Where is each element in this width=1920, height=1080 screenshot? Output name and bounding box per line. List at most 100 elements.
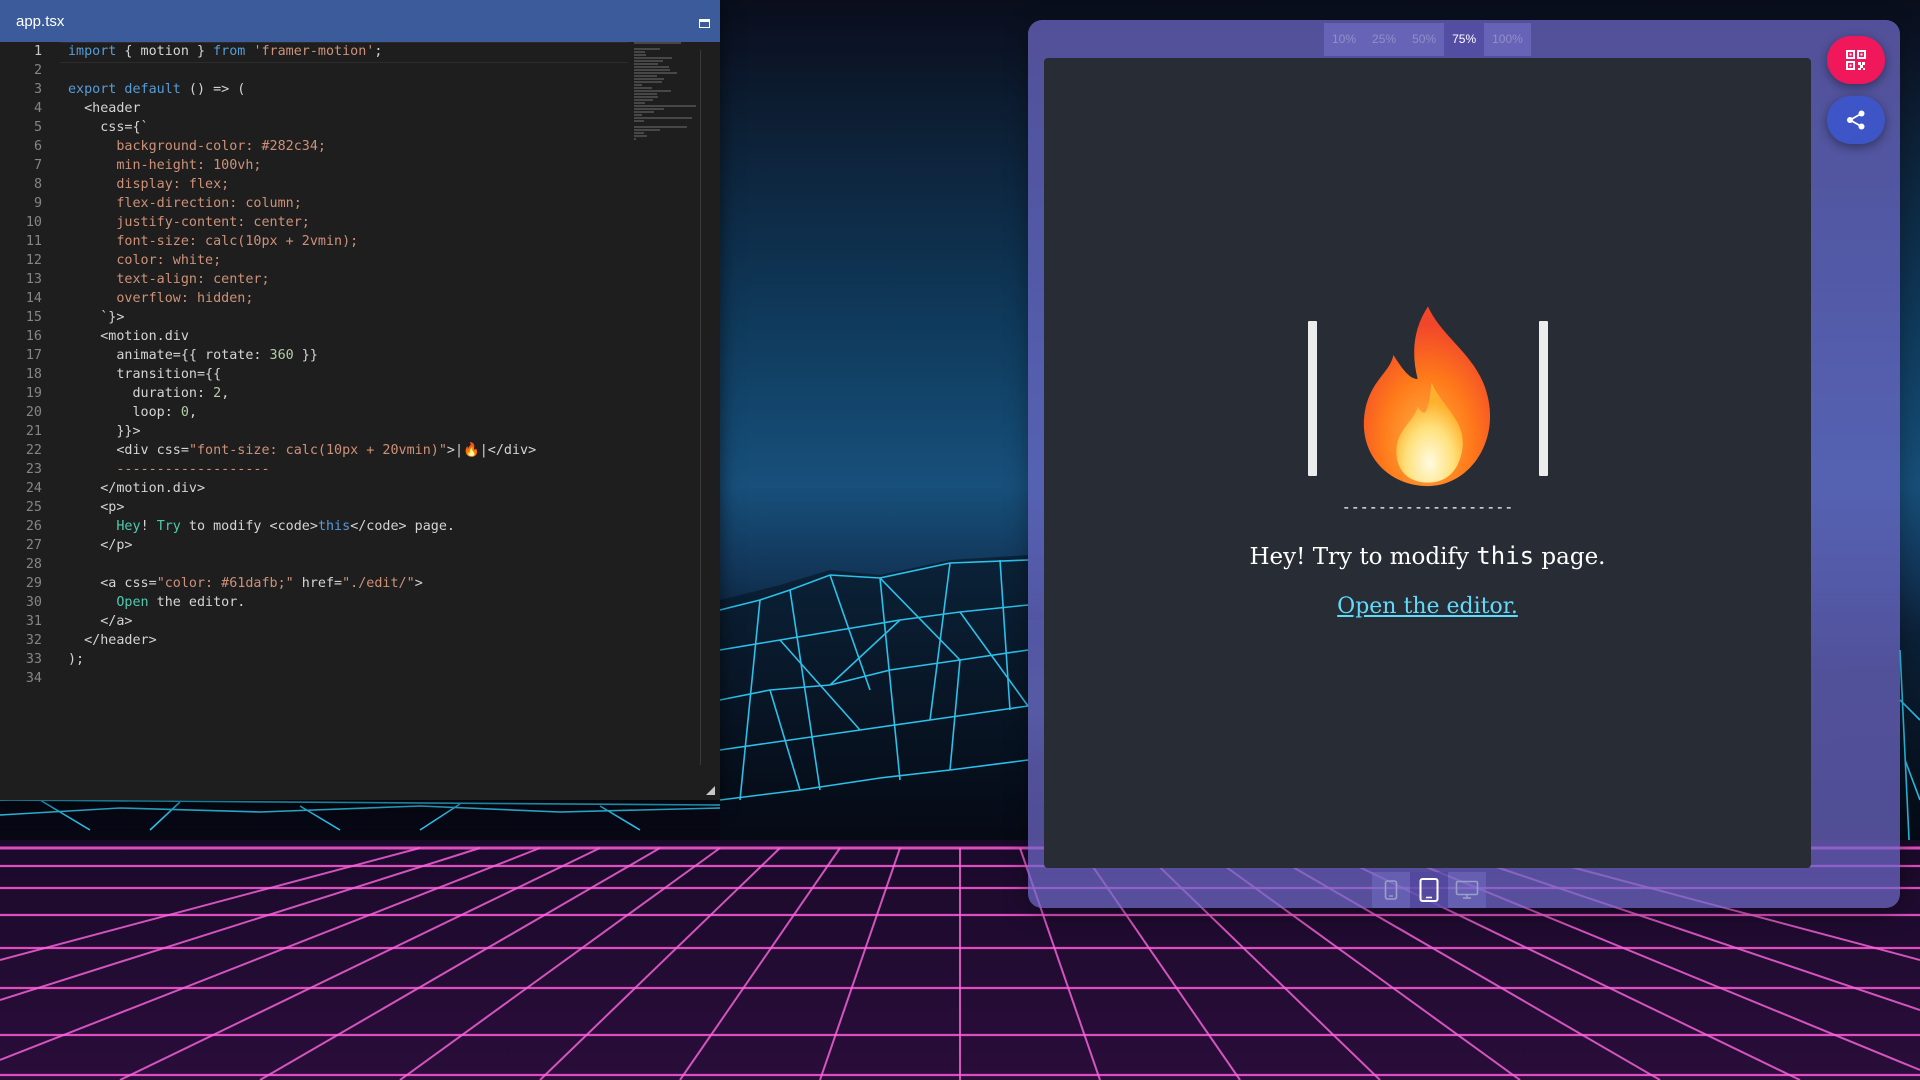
code-line[interactable]: 20 loop: 0, [0, 403, 700, 422]
line-number: 17 [25, 348, 42, 363]
minimap-line [634, 84, 643, 86]
zoom-option[interactable]: 10% [1324, 23, 1364, 56]
code-line[interactable]: 32 </header> [0, 631, 700, 650]
code-line[interactable]: 3 export default () => ( [0, 80, 700, 99]
code-token: , [188, 405, 197, 420]
zoom-option[interactable]: 50% [1404, 23, 1444, 56]
minimap-line [634, 120, 644, 122]
line-number: 1 [33, 44, 42, 59]
minimap-line [634, 57, 673, 59]
code-line[interactable]: 28 [0, 555, 700, 574]
zoom-option[interactable]: 75% [1444, 23, 1485, 56]
code-line[interactable]: 34 [0, 669, 700, 688]
open-editor-link[interactable]: Open the editor. [1337, 594, 1518, 619]
device-tablet-button[interactable] [1410, 872, 1448, 908]
code-token: 2 [213, 386, 222, 401]
line-number: 13 [25, 272, 42, 287]
code-token: <motion.div [68, 329, 189, 344]
code-token: Try [156, 519, 181, 534]
zoom-selector: 10% 25% 50% 75% 100% [1324, 23, 1531, 56]
code-area[interactable]: 1 import { motion } from 'framer-motion';… [0, 42, 700, 800]
code-token: export default [68, 82, 181, 97]
code-line[interactable]: 12 color: white; [0, 251, 700, 270]
editor-filename: app.tsx [16, 12, 65, 30]
code-line[interactable]: 2 [0, 61, 700, 80]
code-token: </motion.div> [68, 481, 206, 496]
code-line[interactable]: 13 text-align: center; [0, 270, 700, 289]
maximize-icon[interactable] [699, 18, 710, 28]
device-phone-button[interactable] [1372, 872, 1410, 908]
code-line[interactable]: 9 flex-direction: column; [0, 194, 700, 213]
code-token: animate={{ rotate: [68, 348, 270, 363]
minimap-line [634, 105, 696, 107]
code-token: >|🔥|</div> [446, 443, 537, 458]
minimap[interactable] [634, 42, 702, 140]
code-line[interactable]: 22 <div css="font-size: calc(10px + 20vm… [0, 441, 700, 460]
code-token: duration: [68, 386, 214, 401]
code-line[interactable]: 7 min-height: 100vh; [0, 156, 700, 175]
line-number: 19 [25, 386, 42, 401]
code-line[interactable]: 11 font-size: calc(10px + 2vmin); [0, 232, 700, 251]
code-token: ; [374, 44, 383, 59]
code-line[interactable]: 14 overflow: hidden; [0, 289, 700, 308]
line-number: 20 [25, 405, 42, 420]
code-token: color: white; [68, 253, 222, 268]
code-line[interactable]: 5 css={` [0, 118, 700, 137]
code-line[interactable]: 4 <header [0, 99, 700, 118]
code-token: loop: [68, 405, 181, 420]
minimap-line [634, 66, 669, 68]
code-line[interactable]: 33); [0, 650, 700, 669]
code-line[interactable]: 15 `}> [0, 308, 700, 327]
code-line[interactable]: 8 display: flex; [0, 175, 700, 194]
minimap-line [634, 72, 678, 74]
code-token: text-align: center; [68, 272, 270, 287]
preview-panel: 10% 25% 50% 75% 100% -------------------… [1028, 20, 1900, 908]
code-token: min-height: 100vh; [68, 158, 262, 173]
intro-code-word: this [1476, 542, 1535, 570]
minimap-line [634, 60, 663, 62]
code-line[interactable]: 27 </p> [0, 536, 700, 555]
code-line[interactable]: 29 <a css="color: #61dafb;" href="./edit… [0, 574, 700, 593]
code-line[interactable]: 31 </a> [0, 612, 700, 631]
left-bar [1307, 320, 1317, 476]
tablet-icon [1419, 878, 1439, 902]
code-line[interactable]: 21 }}> [0, 422, 700, 441]
minimap-line [634, 75, 657, 77]
code-token: </header> [68, 633, 157, 648]
minimap-line [634, 48, 661, 50]
line-number: 12 [25, 253, 42, 268]
code-line[interactable]: 30 Open the editor. [0, 593, 700, 612]
line-number: 23 [25, 462, 42, 477]
code-token: <a css= [68, 576, 157, 591]
code-line[interactable]: 23 ------------------- [0, 460, 700, 479]
code-line[interactable]: 26 Hey! Try to modify <code>this</code> … [0, 517, 700, 536]
code-token: flex-direction: column; [68, 196, 302, 211]
code-line[interactable]: 10 justify-content: center; [0, 213, 700, 232]
editor-titlebar[interactable]: app.tsx [0, 0, 720, 42]
zoom-option[interactable]: 25% [1364, 23, 1404, 56]
code-token: 0 [180, 405, 189, 420]
scrollbar-track[interactable] [700, 50, 701, 765]
qr-code-icon [1846, 50, 1866, 70]
code-token: from [213, 44, 246, 59]
code-line[interactable]: 19 duration: 2, [0, 384, 700, 403]
line-number: 22 [25, 443, 42, 458]
code-line[interactable]: 25 <p> [0, 498, 700, 517]
code-line[interactable]: 17 animate={{ rotate: 360 }} [0, 346, 700, 365]
share-button[interactable] [1827, 96, 1885, 144]
line-number: 21 [25, 424, 42, 439]
code-line[interactable]: 6 background-color: #282c34; [0, 137, 700, 156]
resize-handle-icon[interactable] [706, 786, 715, 795]
device-desktop-button[interactable] [1448, 872, 1486, 908]
line-number: 15 [25, 310, 42, 325]
qr-code-button[interactable] [1827, 36, 1885, 84]
code-line[interactable]: 24 </motion.div> [0, 479, 700, 498]
code-line[interactable]: 18 transition={{ [0, 365, 700, 384]
code-token: to modify <code> [180, 519, 318, 534]
desktop-icon [1455, 880, 1479, 899]
code-line[interactable]: 1 import { motion } from 'framer-motion'; [0, 42, 700, 61]
code-line[interactable]: 16 <motion.div [0, 327, 700, 346]
code-token: }} [293, 348, 318, 363]
zoom-option[interactable]: 100% [1484, 23, 1531, 56]
line-number: 9 [33, 196, 42, 211]
